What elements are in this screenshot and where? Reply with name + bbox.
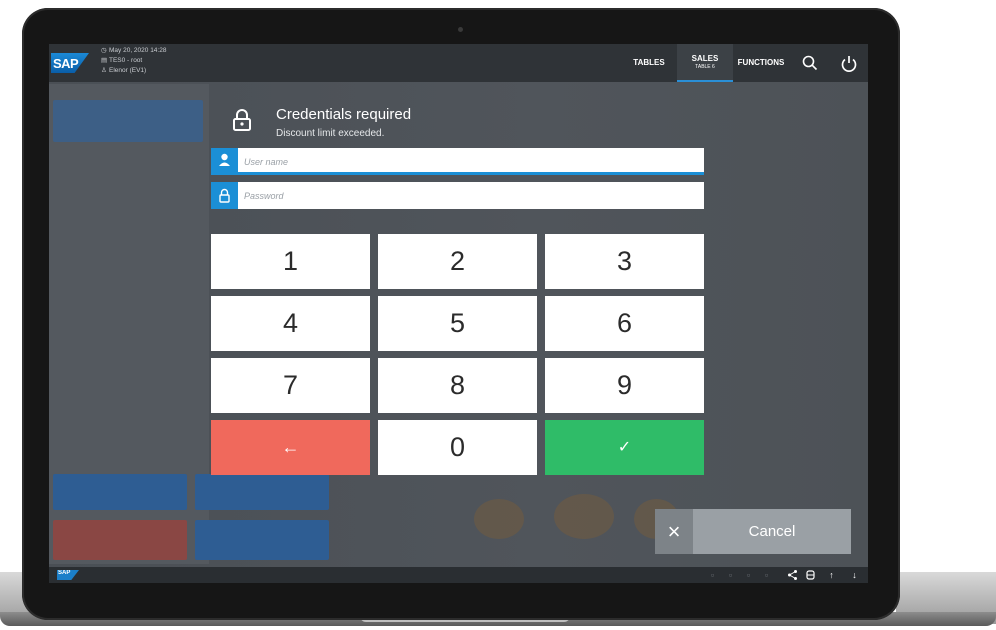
backspace-button[interactable]: ← [211,420,370,475]
background-tile [53,520,187,560]
camera [458,27,463,32]
nav-sales-sub: TABLE 6 [695,64,715,70]
password-input[interactable] [244,182,694,209]
session-info: ◷ May 20, 2020 14:28 ▤ TES0 - root ♙ Elenor… [101,46,166,76]
bottom-bar: SAP ▫ ▫ ▫ ▫ ↑ ↓ [49,567,868,583]
toolbar-icon: ▫ [710,570,715,580]
sap-logo: SAP [51,53,89,73]
keypad-0[interactable]: 0 [378,420,537,475]
keypad-3[interactable]: 3 [545,234,704,289]
background-tile [195,474,329,510]
keypad-7[interactable]: 7 [211,358,370,413]
cancel-label: Cancel [748,523,796,540]
background-food [554,494,614,539]
keypad-1[interactable]: 1 [211,234,370,289]
background-food [474,499,524,539]
lock-icon [232,108,252,132]
user-icon: ♙ [101,67,107,74]
dialog-title: Credentials required [276,106,412,123]
keypad-6[interactable]: 6 [545,296,704,351]
keypad-5[interactable]: 5 [378,296,537,351]
user: Elenor (EV1) [109,67,147,74]
app-screen: SAP ◷ May 20, 2020 14:28 ▤ TES0 - root ♙ El… [49,44,868,583]
toolbar-icon: ▫ [764,570,769,580]
background-tile [53,100,203,142]
confirm-button[interactable]: ✓ [545,420,704,475]
keypad-9[interactable]: 9 [545,358,704,413]
terminal: TES0 - root [109,57,143,64]
power-icon[interactable] [839,54,859,74]
keypad-8[interactable]: 8 [378,358,537,413]
username-field[interactable] [211,148,704,175]
search-icon[interactable] [801,54,819,72]
cancel-button[interactable]: × Cancel [655,509,851,554]
arrow-up-icon[interactable]: ↑ [826,569,837,581]
close-icon: × [655,509,693,554]
terminal-icon: ▤ [101,57,108,64]
nav-sales-label: SALES [691,54,719,63]
username-input[interactable] [244,148,694,175]
top-bar: SAP ◷ May 20, 2020 14:28 ▤ TES0 - root ♙ El… [49,44,868,82]
background-tile [195,520,329,560]
arrow-down-icon[interactable]: ↓ [849,569,860,581]
keypad-4[interactable]: 4 [211,296,370,351]
nav-tables[interactable]: TABLES [629,44,669,82]
nav-sales[interactable]: SALES TABLE 6 [677,44,733,82]
sap-logo-small: SAP [57,570,79,580]
keypad-2[interactable]: 2 [378,234,537,289]
database-icon[interactable] [805,569,816,581]
toolbar-icon: ▫ [728,570,733,580]
toolbar-icon: ▫ [746,570,751,580]
nav-functions[interactable]: FUNCTIONS [735,44,787,82]
background-tile [53,474,187,510]
lock-icon [211,182,238,209]
dialog-subtitle: Discount limit exceeded. [276,128,385,139]
share-icon[interactable] [787,569,798,581]
datetime: May 20, 2020 14:28 [109,47,167,54]
user-icon [211,148,238,175]
clock-icon: ◷ [101,47,107,54]
password-field[interactable] [211,182,704,209]
